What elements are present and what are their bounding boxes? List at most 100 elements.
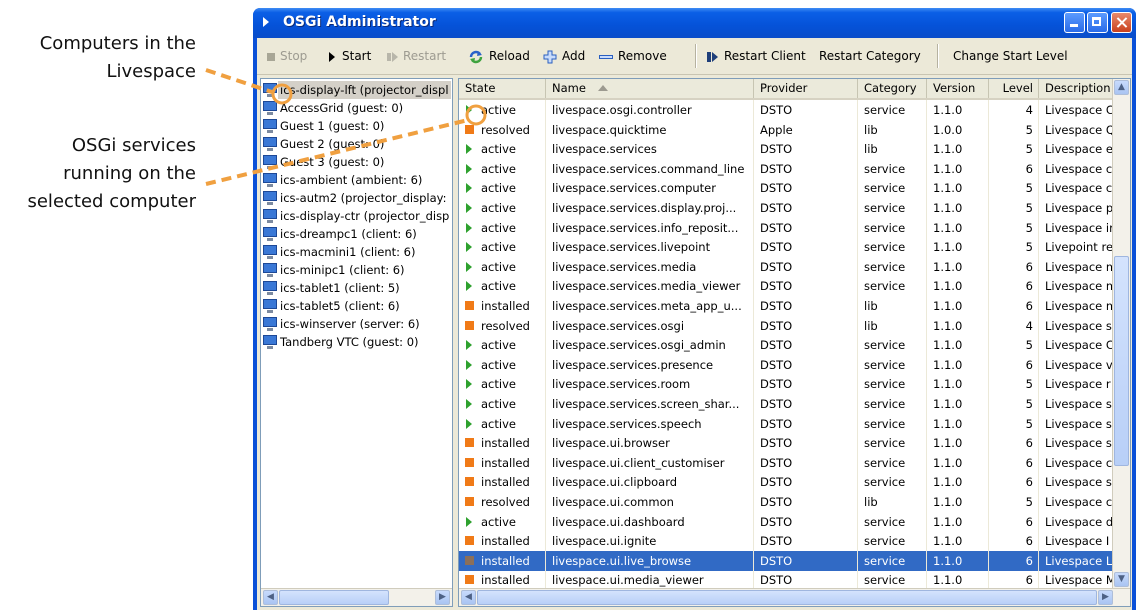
minimize-button[interactable] [1064,12,1085,33]
table-row[interactable]: active livespace.services.info_reposit...… [459,217,1119,238]
table-row[interactable]: active livespace.services DSTO lib 1.1.0 5 Liv… [459,139,1119,160]
computer-list-item[interactable]: Guest 3 (guest: 0) [261,153,451,171]
table-row[interactable]: installed livespace.ui.ignite DSTO service 1… [459,531,1119,552]
table-row[interactable]: active livespace.osgi.controller DSTO servi… [459,100,1119,120]
scrollbar-thumb[interactable] [1114,256,1129,466]
table-row[interactable]: active livespace.services.screen_shar... D… [459,394,1119,414]
change-start-level-button[interactable]: Change Start Level [953,47,1068,65]
computer-list-item[interactable]: ics-tablet1 (client: 5) [261,279,451,297]
scrollbar-thumb[interactable] [279,590,389,605]
horizontal-scrollbar[interactable]: ◀ ▶ [261,588,452,606]
category-value: service [864,573,906,588]
cell-state: active [459,100,546,120]
cell-provider: DSTO [754,237,858,258]
computer-list-item[interactable]: ics-display-ctr (projector_disp [261,207,451,225]
start-button[interactable]: Start [329,47,371,65]
vertical-scrollbar[interactable]: ▲ ▼ [1112,79,1130,589]
cell-description: Livepoint re [1039,237,1119,258]
restart-button[interactable]: Restart [387,47,446,65]
state-value: resolved [481,122,530,137]
scroll-left-button[interactable]: ◀ [461,590,476,605]
stop-button[interactable]: Stop [267,47,307,65]
column-header-version[interactable]: Version [927,79,989,98]
cell-version: 1.1.0 [927,217,989,238]
table-row[interactable]: installed livespace.ui.clipboard DSTO servi… [459,472,1119,493]
description-value: Livespace e [1045,142,1113,157]
cell-state: installed [459,296,546,316]
computer-list-item[interactable]: Guest 1 (guest: 0) [261,117,451,135]
column-header-name[interactable]: Name [546,79,754,98]
table-row[interactable]: installed livespace.ui.client_customiser D… [459,452,1119,473]
table-row[interactable]: active livespace.services.display.proj...… [459,198,1119,218]
computer-list-item[interactable]: ics-minipc1 (client: 6) [261,261,451,279]
title-bar[interactable]: OSGi Administrator [253,8,1136,38]
table-row[interactable]: active livespace.services.presence DSTO ser… [459,354,1119,375]
reload-button[interactable]: Reload [468,47,530,65]
cell-category: service [858,394,927,414]
computer-list-item[interactable]: ics-ambient (ambient: 6) [261,171,451,189]
version-value: 1.1.0 [933,436,963,451]
computer-list-item[interactable]: ics-dreampc1 (client: 6) [261,225,451,243]
remove-button[interactable]: Remove [599,47,667,65]
table-row[interactable]: active livespace.services.computer DSTO ser… [459,178,1119,199]
table-row[interactable]: resolved livespace.services.osgi DSTO lib 1.… [459,315,1119,336]
restart-category-button[interactable]: Restart Category [819,47,921,65]
scrollbar-thumb[interactable] [477,590,1097,605]
computer-list-item[interactable]: Guest 2 (guest: 0) [261,135,451,153]
restart-client-button[interactable]: Restart Client [707,47,806,65]
close-button[interactable] [1111,12,1132,33]
table-row[interactable]: active livespace.services.media DSTO servic… [459,256,1119,277]
cell-provider: DSTO [754,550,858,571]
category-value: service [864,357,906,372]
cell-category: service [858,100,927,120]
scroll-right-button[interactable]: ▶ [1098,590,1113,605]
state-value: installed [481,436,530,451]
computer-list-item[interactable]: Tandberg VTC (guest: 0) [261,333,451,351]
active-status-icon [466,144,472,155]
table-row[interactable]: active livespace.ui.dashboard DSTO service 1… [459,511,1119,532]
column-header-state[interactable]: State [459,79,546,98]
column-header-category[interactable]: Category [858,79,927,98]
computer-list-item[interactable]: ics-winserver (server: 6) [261,315,451,333]
cell-description: Livespace Q [1039,119,1119,140]
table-row[interactable]: active livespace.services.room DSTO service… [459,374,1119,395]
computer-list-item[interactable]: AccessGrid (guest: 0) [261,99,451,117]
scroll-left-button[interactable]: ◀ [263,590,278,605]
add-button[interactable]: Add [543,47,585,65]
table-row[interactable]: resolved livespace.ui.common DSTO lib 1.1.0 5… [459,492,1119,512]
table-row[interactable]: installed livespace.services.meta_app_u..… [459,296,1119,316]
column-header-provider[interactable]: Provider [754,79,858,98]
cell-version: 1.1.0 [927,492,989,512]
services-table[interactable]: State Name Provider Category Version Lev… [458,78,1131,607]
computer-list-item[interactable]: ics-tablet5 (client: 6) [261,297,451,315]
resolved-status-icon [465,497,474,506]
computer-list-item[interactable]: ics-display-lft (projector_displ [261,81,451,99]
column-header-label: State [465,81,496,95]
table-row[interactable]: active livespace.services.osgi_admin DSTO s… [459,335,1119,356]
computer-list-item[interactable]: ics-autm2 (projector_display: [261,189,451,207]
description-value: Livespace m [1045,279,1118,294]
table-row[interactable]: installed livespace.ui.browser DSTO service… [459,433,1119,454]
table-row[interactable]: resolved livespace.quicktime Apple lib 1.0.0… [459,119,1119,140]
cell-category: service [858,158,927,179]
provider-value: DSTO [760,534,793,549]
name-value: livespace.services.room [552,377,691,392]
column-header-level[interactable]: Level [989,79,1039,98]
scroll-up-button[interactable]: ▲ [1114,80,1129,95]
horizontal-scrollbar[interactable]: ◀ ▶ [459,588,1130,606]
cell-level: 6 [989,276,1039,297]
computer-list-item[interactable]: ics-macmini1 (client: 6) [261,243,451,261]
table-row[interactable]: active livespace.services.command_line DST… [459,158,1119,179]
maximize-button[interactable] [1087,12,1108,33]
table-row[interactable]: active livespace.services.media_viewer DST… [459,276,1119,297]
computer-list[interactable]: ics-display-lft (projector_displ AccessGr… [260,78,453,607]
cell-name: livespace.services [546,139,754,160]
scroll-down-button[interactable]: ▼ [1114,572,1129,587]
column-header-description[interactable]: Description [1039,79,1119,98]
table-row[interactable]: installed livespace.ui.live_browse DSTO ser… [459,550,1119,571]
cell-provider: DSTO [754,531,858,552]
restart-client-label: Restart Client [724,49,806,63]
scroll-right-button[interactable]: ▶ [435,590,450,605]
table-row[interactable]: active livespace.services.speech DSTO servi… [459,413,1119,434]
table-row[interactable]: active livespace.services.livepoint DSTO se… [459,237,1119,258]
